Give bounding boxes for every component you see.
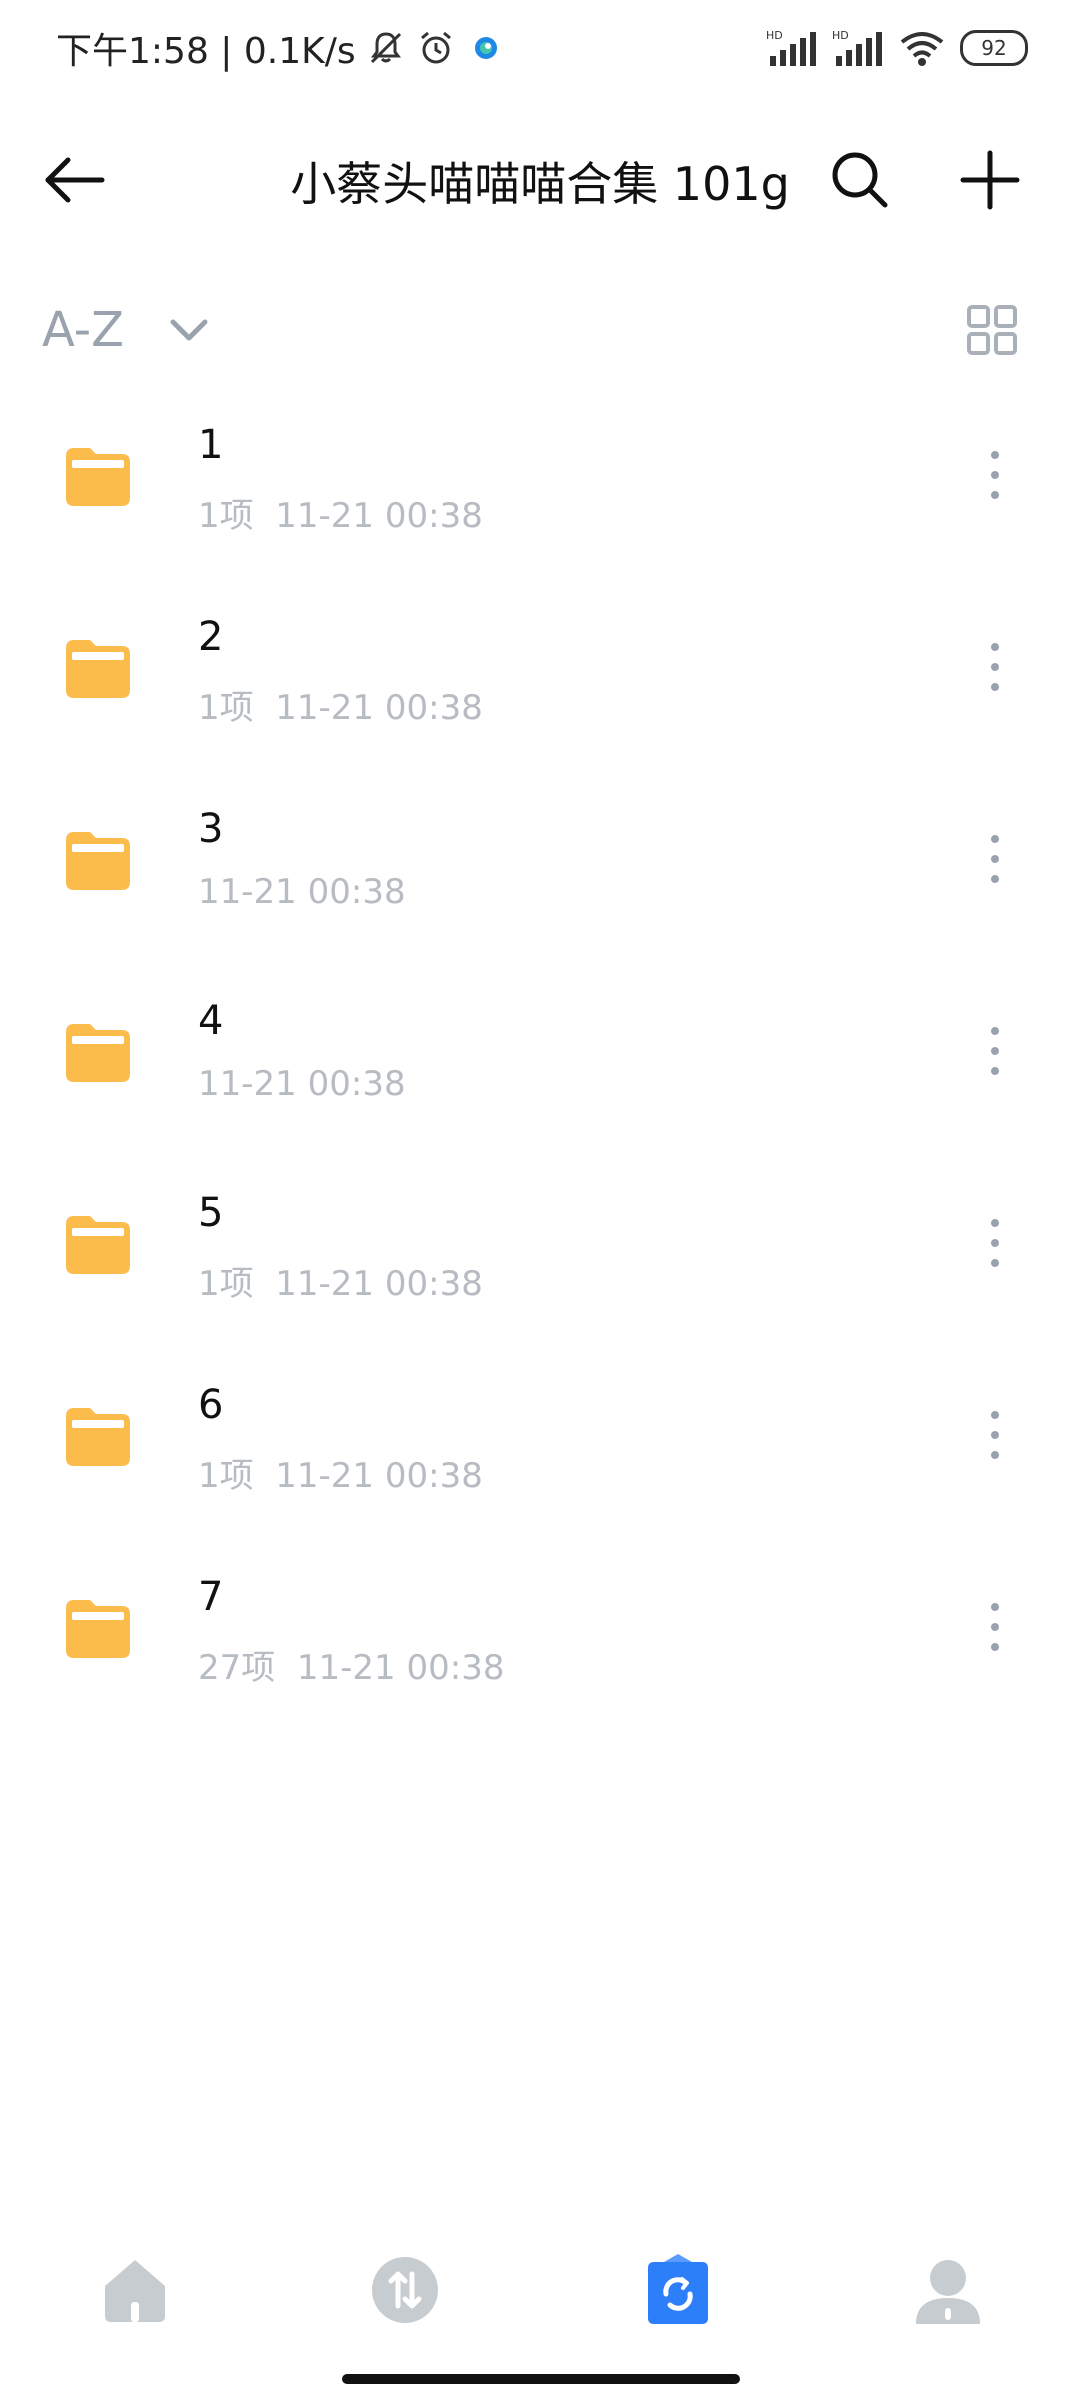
folder-list: 1 1项 11-21 00:38 2 1项 11-21 00:38 3 11-2…	[0, 400, 1080, 1744]
svg-text:HD: HD	[766, 29, 783, 42]
status-right: HD HD 92	[766, 28, 1028, 68]
list-item[interactable]: 6 1项 11-21 00:38	[0, 1360, 1080, 1552]
add-icon[interactable]	[955, 145, 1025, 215]
alarm-icon	[420, 31, 451, 64]
app-header: 小蔡头喵喵喵合集 101g	[0, 120, 1080, 240]
folder-name: 4	[198, 998, 224, 1044]
folder-name: 1	[198, 422, 224, 468]
status-left: 下午1:58 | 0.1K/s	[56, 22, 506, 74]
folder-meta: 1项 11-21 00:38	[198, 688, 483, 728]
signal-icon-2: HD	[832, 29, 882, 66]
folder-icon	[66, 448, 130, 506]
profile-icon[interactable]	[908, 2250, 988, 2330]
grid-view-icon[interactable]	[965, 303, 1019, 357]
list-item[interactable]: 3 11-21 00:38	[0, 784, 1080, 976]
more-options-icon[interactable]	[975, 1213, 1015, 1273]
folder-name: 6	[198, 1382, 224, 1428]
page-title: 小蔡头喵喵喵合集 101g	[290, 157, 790, 211]
more-options-icon[interactable]	[975, 1597, 1015, 1657]
folder-icon	[66, 1024, 130, 1082]
home-icon[interactable]	[95, 2250, 175, 2330]
sort-order-label[interactable]: A-Z	[42, 290, 124, 370]
folder-meta: 1项 11-21 00:38	[198, 1456, 483, 1496]
wifi-icon	[900, 32, 944, 66]
folder-meta: 1项 11-21 00:38	[198, 496, 483, 536]
folder-name: 2	[198, 614, 224, 660]
folder-name: 7	[198, 1574, 224, 1620]
signal-icon: HD	[766, 29, 816, 66]
more-options-icon[interactable]	[975, 1021, 1015, 1081]
folder-icon	[66, 1408, 130, 1466]
files-sync-icon[interactable]	[638, 2250, 718, 2330]
file-browser-screen: 下午1:58 | 0.1K/s HD HD 92 小蔡头喵喵喵合集 101g A…	[0, 0, 1080, 2400]
status-time-speed: 下午1:58 | 0.1K/s	[56, 31, 356, 72]
folder-icon	[66, 832, 130, 890]
list-item[interactable]: 7 27项 11-21 00:38	[0, 1552, 1080, 1744]
bell-off-icon	[370, 32, 401, 64]
folder-meta: 27项 11-21 00:38	[198, 1648, 505, 1688]
list-item[interactable]: 5 1项 11-21 00:38	[0, 1168, 1080, 1360]
folder-meta: 1项 11-21 00:38	[198, 1264, 483, 1304]
edge-browser-icon	[474, 37, 497, 59]
more-options-icon[interactable]	[975, 637, 1015, 697]
folder-icon	[66, 1216, 130, 1274]
more-options-icon[interactable]	[975, 445, 1015, 505]
folder-name: 5	[198, 1190, 224, 1236]
folder-icon	[66, 640, 130, 698]
more-options-icon[interactable]	[975, 1405, 1015, 1465]
more-options-icon[interactable]	[975, 829, 1015, 889]
list-item[interactable]: 1 1项 11-21 00:38	[0, 400, 1080, 592]
bottom-navigation	[0, 2240, 1080, 2340]
sort-bar: A-Z	[0, 290, 1080, 370]
folder-name: 3	[198, 806, 224, 852]
list-item[interactable]: 4 11-21 00:38	[0, 976, 1080, 1168]
status-bar: 下午1:58 | 0.1K/s HD HD 92	[0, 0, 1080, 96]
chevron-down-icon[interactable]	[165, 310, 213, 350]
search-icon[interactable]	[825, 145, 895, 215]
folder-meta: 11-21 00:38	[198, 1064, 406, 1104]
folder-meta: 11-21 00:38	[198, 872, 406, 912]
svg-text:HD: HD	[832, 29, 849, 42]
transfer-icon[interactable]	[365, 2250, 445, 2330]
battery-indicator: 92	[960, 30, 1028, 66]
home-indicator-bar[interactable]	[342, 2374, 740, 2384]
list-item[interactable]: 2 1项 11-21 00:38	[0, 592, 1080, 784]
folder-icon	[66, 1600, 130, 1658]
